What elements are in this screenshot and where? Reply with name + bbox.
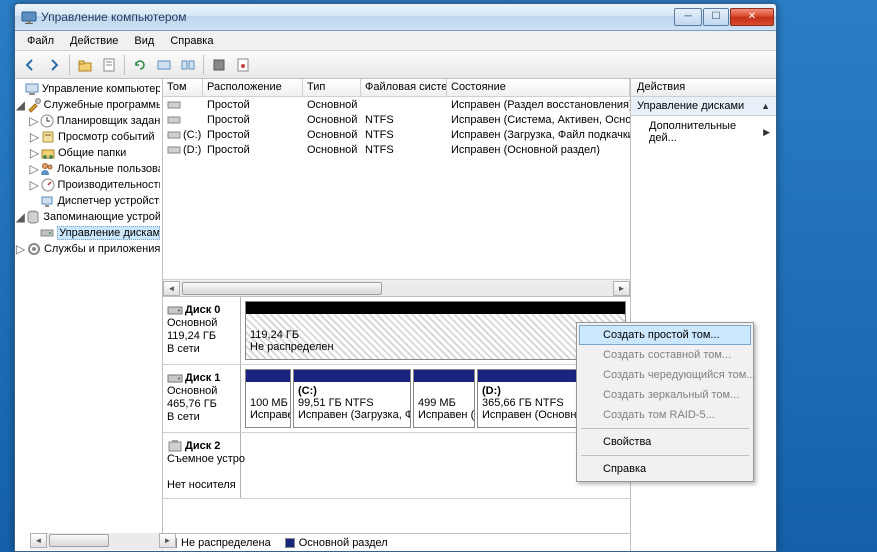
tree-root[interactable]: Управление компьютером (л	[15, 81, 162, 97]
tree-event-viewer[interactable]: ▷Просмотр событий	[15, 129, 162, 145]
services-icon	[26, 241, 42, 257]
volume-row[interactable]: Простой Основной NTFS Исправен (Система,…	[163, 112, 630, 127]
back-button[interactable]	[19, 54, 41, 76]
actions-more[interactable]: Дополнительные дей...▶	[631, 116, 776, 148]
drive-icon	[167, 99, 181, 111]
drive-icon	[167, 114, 181, 126]
toolbar-button-1[interactable]	[153, 54, 175, 76]
toolbar-button-2[interactable]	[177, 54, 199, 76]
ctx-create-simple-volume[interactable]: Создать простой том...	[579, 325, 751, 345]
tree-services[interactable]: ▷Службы и приложения	[15, 241, 162, 257]
ctx-separator	[581, 455, 749, 456]
disk-graphical-view[interactable]: Диск 0 Основной119,24 ГБВ сети 119,24 ГБ…	[163, 297, 630, 533]
ctx-create-spanned-volume: Создать составной том...	[579, 345, 751, 365]
main-pane: Том Расположение Тип Файловая система Со…	[163, 79, 631, 551]
ctx-properties[interactable]: Свойства	[579, 432, 751, 452]
tree-local-users[interactable]: ▷Локальные пользоват	[15, 161, 162, 177]
disk-icon	[167, 303, 183, 317]
ctx-create-striped-volume: Создать чередующийся том...	[579, 365, 751, 385]
navigation-tree[interactable]: Управление компьютером (л ◢Служебные про…	[15, 79, 163, 551]
tree-disk-mgmt[interactable]: Управление дисками	[15, 225, 162, 241]
up-button[interactable]	[74, 54, 96, 76]
tree-shared-folders[interactable]: ▷Общие папки	[15, 145, 162, 161]
disk-1-info[interactable]: Диск 1 Основной465,76 ГБВ сети	[163, 365, 241, 432]
menubar: Файл Действие Вид Справка	[15, 31, 776, 51]
device-icon	[39, 193, 55, 209]
ctx-create-raid5-volume: Создать том RAID-5...	[579, 405, 751, 425]
minimize-button[interactable]: ─	[674, 8, 702, 26]
col-type[interactable]: Тип	[303, 79, 361, 96]
ctx-separator	[581, 428, 749, 429]
settings-button[interactable]	[208, 54, 230, 76]
scroll-left-button[interactable]: ◄	[163, 281, 180, 296]
disk-icon	[167, 371, 183, 385]
users-icon	[39, 161, 55, 177]
legend-label: Не распределена	[181, 537, 271, 549]
legend-label: Основной раздел	[299, 537, 388, 549]
legend: Не распределена Основной раздел	[163, 533, 630, 551]
disk-2-row[interactable]: Диск 2 Съемное устро Нет носителя	[163, 433, 630, 499]
volume-list-header[interactable]: Том Расположение Тип Файловая система Со…	[163, 79, 630, 97]
help-toolbar-button[interactable]	[232, 54, 254, 76]
ctx-create-mirrored-volume: Создать зеркальный том...	[579, 385, 751, 405]
maximize-button[interactable]: ☐	[703, 8, 729, 26]
scroll-left-button[interactable]: ◄	[30, 533, 47, 548]
disk-1-part-0[interactable]: 100 МБ NИсправе	[245, 369, 291, 428]
menu-action[interactable]: Действие	[62, 33, 126, 49]
disk-1-part-c[interactable]: (C:)99,51 ГБ NTFSИсправен (Загрузка, Фай	[293, 369, 411, 428]
scroll-right-button[interactable]: ►	[613, 281, 630, 296]
col-status[interactable]: Состояние	[447, 79, 630, 96]
computer-icon	[24, 81, 40, 97]
volume-row[interactable]: (D:) Простой Основной NTFS Исправен (Осн…	[163, 142, 630, 157]
disk-0-info[interactable]: Диск 0 Основной119,24 ГБВ сети	[163, 297, 241, 364]
disk-0-unallocated[interactable]: 119,24 ГБНе распределен	[245, 301, 626, 360]
tree-hscroll[interactable]: ◄ ►	[30, 533, 176, 550]
scroll-right-button[interactable]: ►	[159, 533, 176, 548]
folder-share-icon	[40, 145, 56, 161]
refresh-button[interactable]	[129, 54, 151, 76]
volume-row[interactable]: Простой Основной Исправен (Раздел восста…	[163, 97, 630, 112]
drive-icon	[167, 144, 181, 156]
clock-icon	[39, 113, 55, 129]
titlebar[interactable]: Управление компьютером ─ ☐ ✕	[15, 4, 776, 31]
app-icon	[21, 9, 37, 25]
tree-task-scheduler[interactable]: ▷Планировщик заданий	[15, 113, 162, 129]
tools-icon	[26, 97, 42, 113]
drive-icon	[167, 129, 181, 141]
tree-device-mgr[interactable]: Диспетчер устройств	[15, 193, 162, 209]
menu-view[interactable]: Вид	[126, 33, 162, 49]
event-icon	[40, 129, 56, 145]
actions-header: Действия	[631, 79, 776, 97]
performance-icon	[40, 177, 56, 193]
disk-0-row[interactable]: Диск 0 Основной119,24 ГБВ сети 119,24 ГБ…	[163, 297, 630, 365]
disk-1-part-2[interactable]: 499 МБИсправен (Р	[413, 369, 475, 428]
storage-icon	[25, 209, 41, 225]
volume-hscroll[interactable]: ◄ ►	[163, 279, 630, 296]
close-button[interactable]: ✕	[730, 8, 774, 26]
menu-help[interactable]: Справка	[162, 33, 221, 49]
toolbar	[15, 51, 776, 79]
actions-disk-mgmt[interactable]: Управление дисками▲	[631, 97, 776, 116]
disk-2-info[interactable]: Диск 2 Съемное устро Нет носителя	[163, 433, 241, 498]
context-menu[interactable]: Создать простой том... Создать составной…	[576, 322, 754, 482]
ctx-help[interactable]: Справка	[579, 459, 751, 479]
properties-button[interactable]	[98, 54, 120, 76]
tree-system-tools[interactable]: ◢Служебные программы	[15, 97, 162, 113]
menu-file[interactable]: Файл	[19, 33, 62, 49]
removable-disk-icon	[167, 439, 183, 453]
col-fs[interactable]: Файловая система	[361, 79, 447, 96]
tree-performance[interactable]: ▷Производительность	[15, 177, 162, 193]
window-title: Управление компьютером	[41, 10, 673, 24]
disk-icon	[39, 225, 55, 241]
disk-1-row[interactable]: Диск 1 Основной465,76 ГБВ сети 100 МБ NИ…	[163, 365, 630, 433]
forward-button[interactable]	[43, 54, 65, 76]
volume-row[interactable]: (C:) Простой Основной NTFS Исправен (Заг…	[163, 127, 630, 142]
col-layout[interactable]: Расположение	[203, 79, 303, 96]
col-volume[interactable]: Том	[163, 79, 203, 96]
legend-swatch-primary	[285, 538, 295, 548]
tree-storage[interactable]: ◢Запоминающие устройс	[15, 209, 162, 225]
volume-list[interactable]: Том Расположение Тип Файловая система Со…	[163, 79, 630, 297]
desktop: Управление компьютером ─ ☐ ✕ Файл Действ…	[0, 0, 877, 552]
